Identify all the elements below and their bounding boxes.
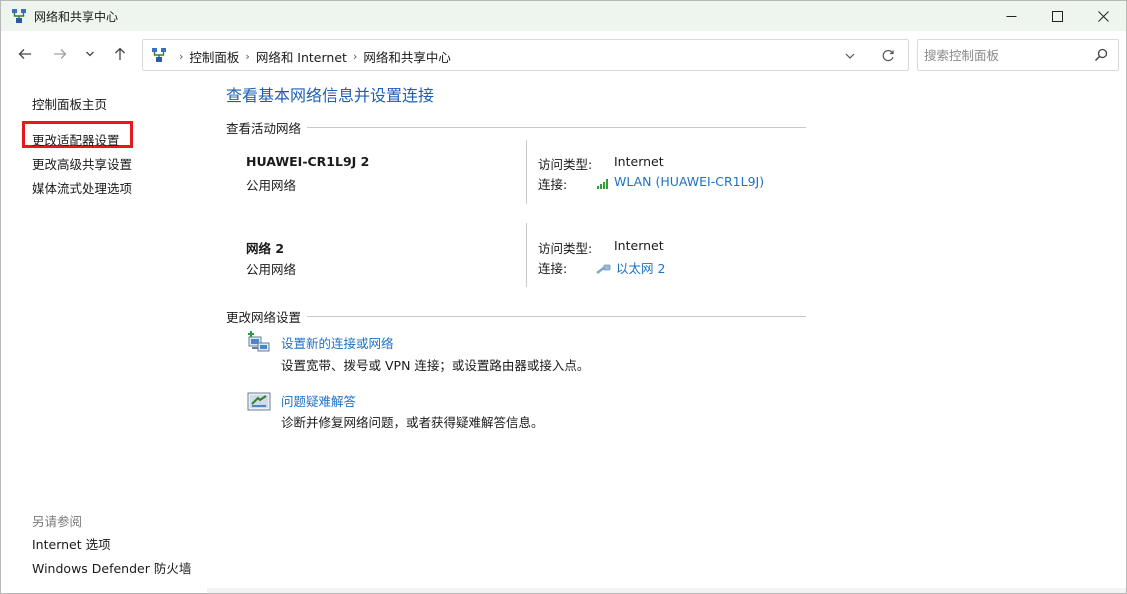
chevron-right-icon[interactable]: › [353, 50, 357, 63]
window-title: 网络和共享中心 [34, 10, 119, 24]
up-button[interactable] [109, 43, 131, 65]
connection-label: 连接: [538, 261, 568, 276]
change-network-settings-heading-text: 更改网络设置 [226, 310, 302, 325]
chevron-down-icon [86, 51, 94, 57]
setup-new-connection-description: 设置宽带、拨号或 VPN 连接；或设置路由器或接入点。 [281, 358, 590, 373]
ethernet-connection-link[interactable]: 以太网 2 [596, 258, 665, 277]
wifi-signal-icon [597, 178, 608, 189]
address-history-dropdown[interactable] [840, 46, 860, 66]
background-window-edge [207, 588, 1126, 593]
see-also-heading: 另请参阅 [32, 514, 83, 529]
ethernet-connection-text[interactable]: 以太网 2 [616, 261, 665, 276]
minimize-button[interactable] [988, 1, 1034, 31]
close-button[interactable] [1080, 1, 1126, 31]
left-task-pane: 控制面板主页 更改适配器设置 更改高级共享设置 媒体流式处理选项 另请参阅 In… [1, 79, 206, 593]
ethernet-cable-icon [596, 264, 611, 274]
troubleshoot-problems-description: 诊断并修复网络问题，或者获得疑难解答信息。 [281, 415, 544, 430]
search-box[interactable] [917, 39, 1119, 71]
maximize-icon [1051, 10, 1063, 22]
troubleshoot-icon [247, 392, 271, 411]
search-icon[interactable] [1094, 48, 1108, 62]
minimize-icon [1006, 15, 1016, 17]
navigation-bar: › 控制面板 › 网络和 Internet › 网络和共享中心 [1, 31, 1126, 79]
address-bar[interactable]: › 控制面板 › 网络和 Internet › 网络和共享中心 [142, 39, 909, 71]
change-network-settings-heading: 更改网络设置 [226, 307, 806, 326]
chevron-right-icon[interactable]: › [245, 50, 249, 63]
divider [526, 223, 527, 287]
wlan-connection-link[interactable]: WLAN (HUAWEI-CR1L9J) [596, 174, 764, 189]
media-streaming-options-link[interactable]: 媒体流式处理选项 [32, 178, 132, 197]
wlan-connection-text[interactable]: WLAN (HUAWEI-CR1L9J) [614, 174, 764, 189]
access-type-label: 访问类型: [538, 157, 593, 172]
active-networks-heading-text: 查看活动网络 [226, 121, 302, 136]
network-category-link[interactable]: 公用网络 [246, 175, 296, 194]
maximize-button[interactable] [1034, 1, 1080, 31]
network-name: 网络 2 [246, 241, 285, 256]
divider [526, 140, 527, 204]
control-panel-home-link[interactable]: 控制面板主页 [32, 94, 107, 113]
setup-new-connection-link[interactable]: 设置新的连接或网络 [281, 333, 394, 352]
arrow-right-icon [54, 49, 67, 59]
title-bar: 网络和共享中心 [1, 1, 1126, 31]
refresh-button[interactable] [878, 46, 898, 66]
access-type-value: Internet [614, 154, 664, 169]
network-name: HUAWEI-CR1L9J 2 [246, 154, 370, 169]
troubleshoot-problems-link[interactable]: 问题疑难解答 [281, 391, 356, 410]
control-panel-window: 网络和共享中心 › 控制面板 › 网络和 Internet › 网络和共享中心 … [0, 0, 1127, 594]
divider [307, 127, 806, 128]
breadcrumb: › 控制面板 › 网络和 Internet › 网络和共享中心 [173, 47, 451, 66]
chevron-down-icon [845, 53, 855, 59]
network-category-link[interactable]: 公用网络 [246, 259, 296, 278]
new-connection-icon [248, 331, 270, 352]
network-center-icon [12, 9, 26, 23]
forward-button[interactable] [49, 43, 71, 65]
search-input[interactable] [924, 46, 1084, 64]
change-adapter-settings-link[interactable]: 更改适配器设置 [32, 130, 120, 149]
connection-label: 连接: [538, 177, 568, 192]
access-type-value: Internet [614, 238, 664, 253]
internet-options-link[interactable]: Internet 选项 [32, 534, 111, 553]
divider [307, 316, 806, 317]
access-type-label: 访问类型: [538, 241, 593, 256]
network-center-icon [152, 48, 166, 62]
refresh-icon [882, 49, 894, 62]
arrow-left-icon [18, 49, 31, 59]
back-button[interactable] [14, 43, 36, 65]
arrow-up-icon [115, 47, 125, 60]
active-networks-heading: 查看活动网络 [226, 118, 806, 137]
breadcrumb-control-panel[interactable]: 控制面板 [189, 47, 239, 66]
close-icon [1097, 10, 1109, 22]
main-content: 查看基本网络信息并设置连接 查看活动网络 HUAWEI-CR1L9J 2 公用网… [206, 79, 1126, 593]
change-advanced-sharing-link[interactable]: 更改高级共享设置 [32, 154, 132, 173]
recent-locations-button[interactable] [79, 43, 101, 65]
windows-defender-firewall-link[interactable]: Windows Defender 防火墙 [32, 558, 191, 577]
breadcrumb-network-internet[interactable]: 网络和 Internet [256, 47, 347, 66]
breadcrumb-network-sharing-center[interactable]: 网络和共享中心 [363, 47, 451, 66]
page-title: 查看基本网络信息并设置连接 [226, 86, 435, 105]
chevron-right-icon: › [179, 50, 184, 63]
